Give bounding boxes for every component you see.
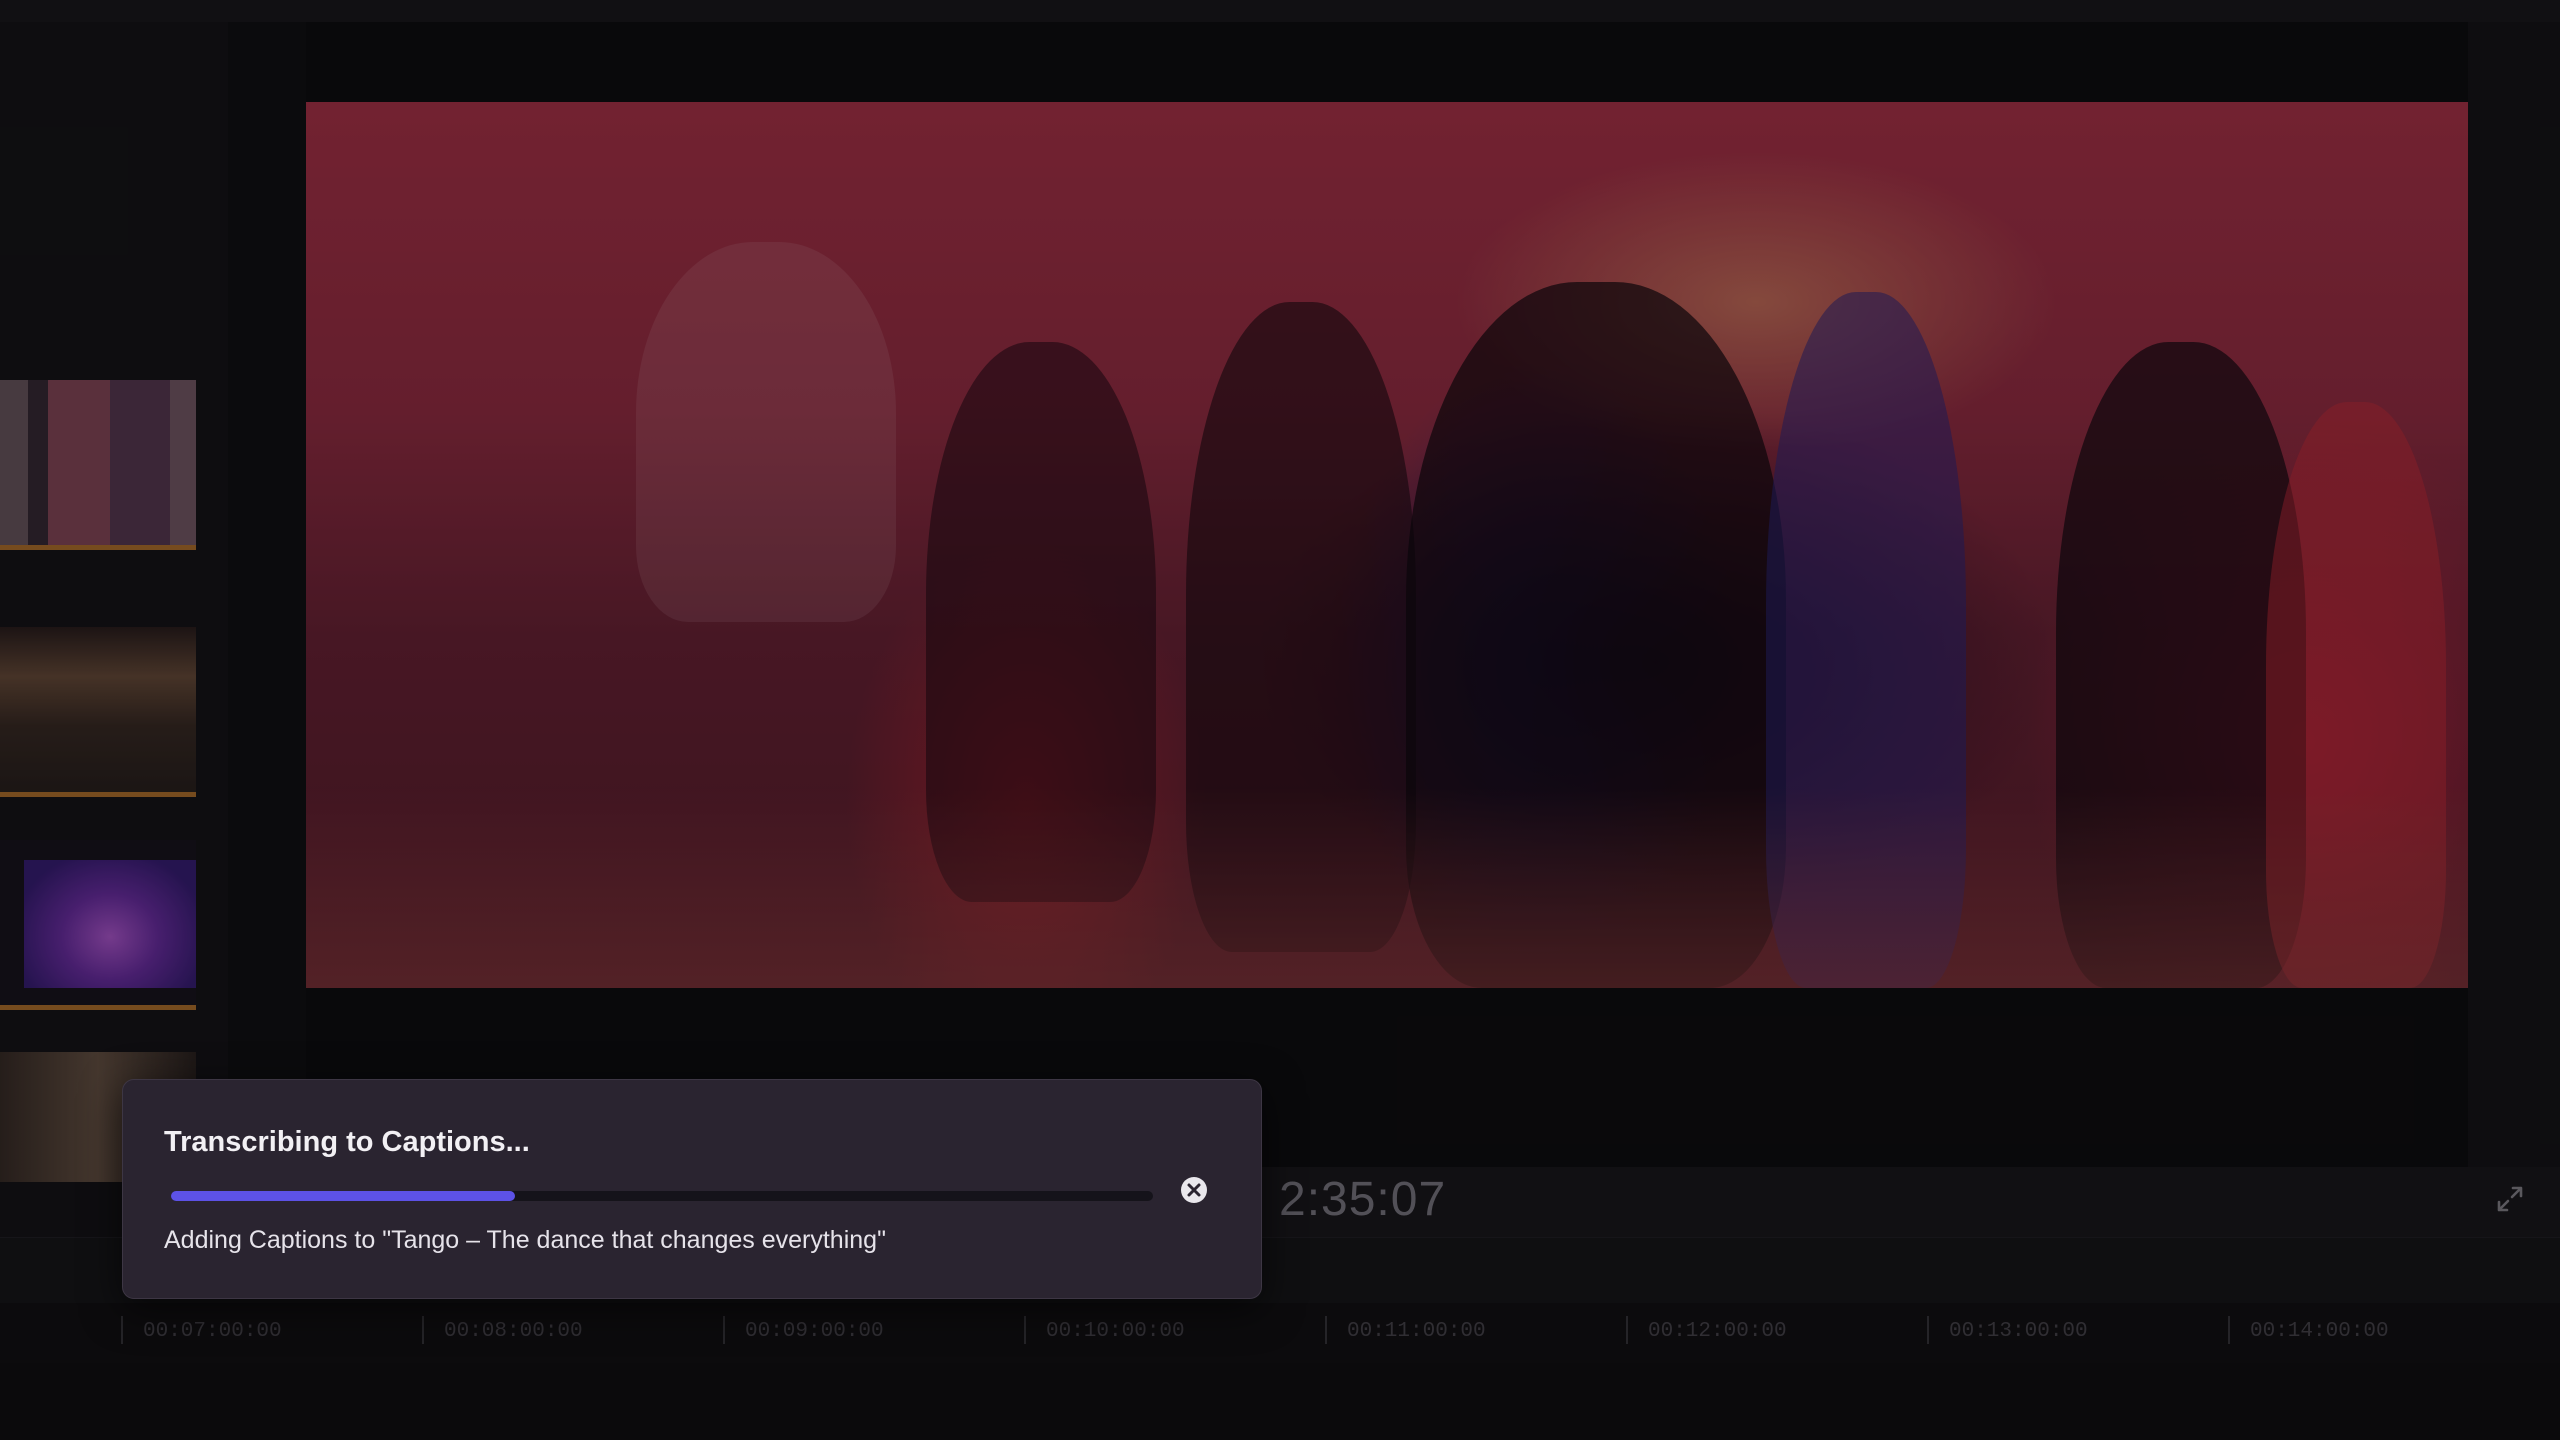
clip-thumbnail[interactable] [0,840,196,1010]
timeline-ruler[interactable] [0,1303,2560,1363]
ruler-label: 00:08:00:00 [444,1320,583,1343]
tick-mark [1927,1316,1929,1344]
transcription-progress-dialog: Transcribing to Captions... Adding Capti… [122,1079,1262,1299]
panel-divider[interactable] [228,22,306,1237]
progress-bar [171,1191,1153,1201]
expand-arrows-icon[interactable] [2494,1183,2526,1215]
tick-mark [723,1316,725,1344]
browser-panel [0,22,228,1237]
ruler-label: 00:14:00:00 [2250,1320,2389,1343]
timeline-tracks[interactable] [0,1363,2560,1440]
ruler-label: 00:09:00:00 [745,1320,884,1343]
tick-mark [422,1316,424,1344]
ruler-label: 00:13:00:00 [1949,1320,2088,1343]
inspector-edge [2468,22,2560,1167]
progress-bar-fill [171,1191,515,1201]
clip-thumbnail[interactable] [0,380,196,550]
tick-mark [1024,1316,1026,1344]
dialog-status-text: Adding Captions to "Tango – The dance th… [164,1226,886,1254]
tick-mark [1626,1316,1628,1344]
ruler-label: 00:07:00:00 [143,1320,282,1343]
tick-mark [2228,1316,2230,1344]
ruler-label: 00:12:00:00 [1648,1320,1787,1343]
ruler-label: 00:10:00:00 [1046,1320,1185,1343]
video-content [636,242,896,622]
thumbnail-image [24,860,196,988]
tick-mark [121,1316,123,1344]
playhead-timecode[interactable]: 2:35:07 [1279,1170,1446,1230]
window-top-bar [0,0,2560,22]
clip-thumbnail[interactable] [0,627,196,797]
video-content [306,788,2468,988]
tick-mark [1325,1316,1327,1344]
close-circle-icon[interactable] [1179,1175,1209,1205]
ruler-label: 00:11:00:00 [1347,1320,1486,1343]
dialog-title: Transcribing to Captions... [164,1126,530,1158]
video-frame[interactable] [306,102,2468,988]
